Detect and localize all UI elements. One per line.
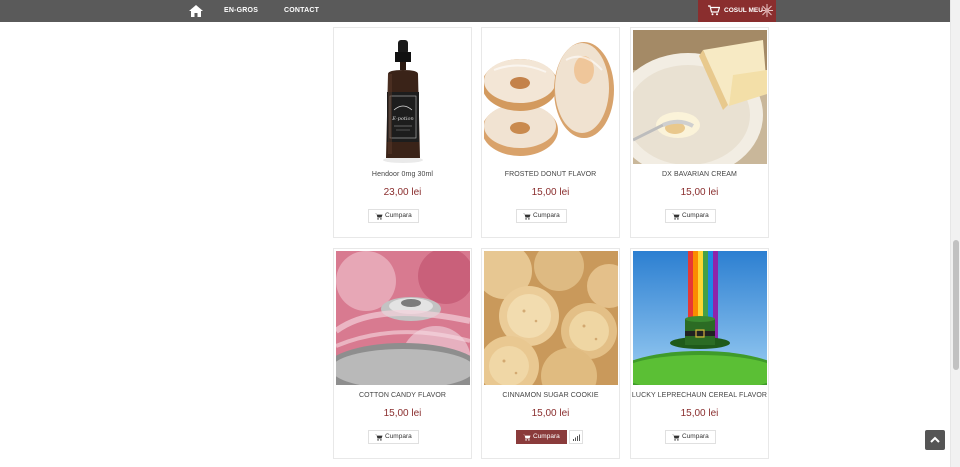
buy-label: Cumpara	[682, 433, 709, 440]
buy-button[interactable]: Cumpara	[665, 430, 716, 444]
nav-link-en-gros[interactable]: EN-GROS	[224, 0, 258, 22]
back-to-top-button[interactable]	[925, 430, 945, 450]
nav-link-contact[interactable]: CONTACT	[284, 0, 319, 22]
product-name[interactable]: LUCKY LEPRECHAUN CEREAL FLAVOR	[631, 392, 768, 399]
product-card: E-potion Hendoor 0mg 30ml 23,00 lei Cump…	[333, 27, 472, 238]
product-name[interactable]: CINNAMON SUGAR COOKIE	[482, 392, 619, 399]
cart-icon	[523, 434, 531, 441]
product-name[interactable]: DX BAVARIAN CREAM	[631, 171, 768, 178]
buy-label: Cumpara	[385, 212, 412, 219]
product-price: 15,00 lei	[680, 408, 719, 419]
product-name[interactable]: COTTON CANDY FLAVOR	[334, 392, 471, 399]
product-card: FROSTED DONUT FLAVOR 15,00 lei Cumpara	[481, 27, 620, 238]
cart-icon	[375, 213, 383, 220]
cart-icon	[672, 434, 680, 441]
buy-label: Cumpara	[533, 433, 560, 440]
buy-button[interactable]: Cumpara	[368, 430, 419, 444]
product-image[interactable]	[484, 251, 618, 385]
buy-label: Cumpara	[533, 212, 560, 219]
chevron-up-icon	[930, 436, 940, 443]
product-image[interactable]	[633, 251, 767, 385]
cart-icon	[523, 213, 531, 220]
product-card: LUCKY LEPRECHAUN CEREAL FLAVOR 15,00 lei…	[630, 248, 769, 459]
product-image[interactable]: E-potion	[336, 30, 470, 164]
product-image[interactable]	[633, 30, 767, 164]
compare-button[interactable]	[569, 430, 583, 444]
buy-button[interactable]: Cumpara	[516, 209, 567, 223]
cart-icon	[672, 213, 680, 220]
product-image[interactable]	[484, 30, 618, 164]
product-name[interactable]: Hendoor 0mg 30ml	[334, 171, 471, 178]
scrollbar[interactable]	[950, 0, 960, 467]
buy-button[interactable]: Cumpara	[368, 209, 419, 223]
product-price: 15,00 lei	[680, 187, 719, 198]
cart-icon	[708, 5, 720, 16]
product-price: 23,00 lei	[383, 187, 422, 198]
product-card: COTTON CANDY FLAVOR 15,00 lei Cumpara	[333, 248, 472, 459]
buy-button[interactable]: Cumpara	[665, 209, 716, 223]
buy-button[interactable]: Cumpara	[516, 430, 567, 444]
buy-label: Cumpara	[682, 212, 709, 219]
product-card: DX BAVARIAN CREAM 15,00 lei Cumpara	[630, 27, 769, 238]
home-icon[interactable]	[188, 4, 204, 18]
cart-icon	[375, 434, 383, 441]
scrollbar-thumb[interactable]	[953, 240, 959, 370]
product-card: CINNAMON SUGAR COOKIE 15,00 lei Cumpara	[481, 248, 620, 459]
product-price: 15,00 lei	[531, 408, 570, 419]
product-name[interactable]: FROSTED DONUT FLAVOR	[482, 171, 619, 178]
top-navbar: EN-GROS CONTACT COSUL MEU	[0, 0, 950, 22]
sparkle-icon	[761, 4, 773, 17]
buy-label: Cumpara	[385, 433, 412, 440]
product-price: 15,00 lei	[531, 187, 570, 198]
bar-chart-icon	[573, 434, 580, 441]
product-price: 15,00 lei	[383, 408, 422, 419]
cart-button[interactable]: COSUL MEU	[698, 0, 776, 22]
cart-label: COSUL MEU	[724, 7, 763, 14]
product-image[interactable]	[336, 251, 470, 385]
svg-text:E-potion: E-potion	[391, 116, 413, 122]
